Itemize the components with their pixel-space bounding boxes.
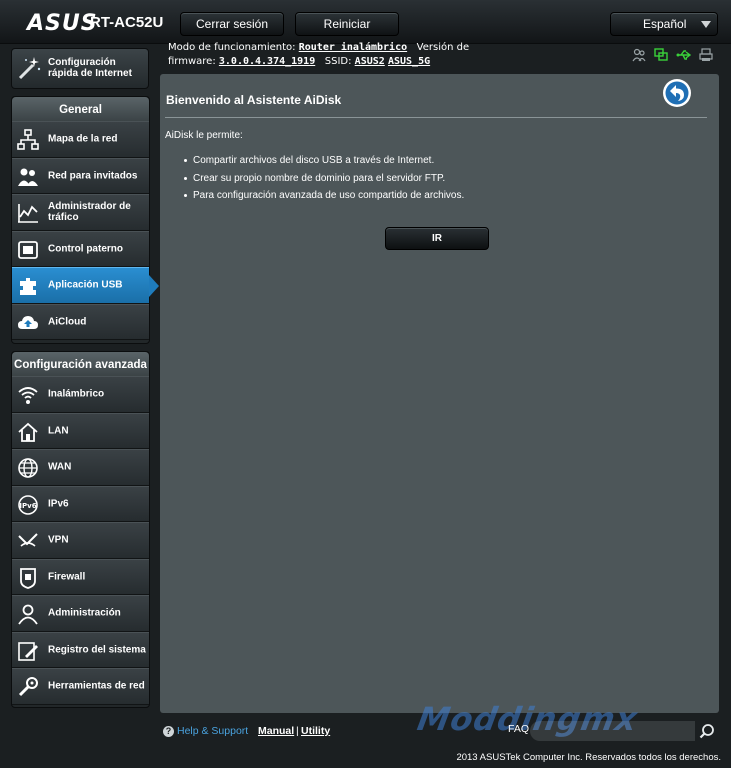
menu-label: VPN [48,534,69,546]
menu-item-traffic-manager[interactable]: Administrador de tráfico [12,194,149,231]
top-bar: ASUS RT-AC52U Cerrar sesión Reiniciar Es… [0,0,731,44]
search-icon[interactable] [699,723,715,739]
menu-label: Red para invitados [48,170,138,182]
menu-item-system-log[interactable]: Registro del sistema [12,631,149,668]
list-item: Compartir archivos del disco USB a travé… [184,155,464,173]
menu-item-wireless[interactable]: Inalámbrico [12,376,149,413]
vpn-icon [17,530,39,552]
menu-item-vpn[interactable]: VPN [12,522,149,559]
usb-icon[interactable] [676,48,692,62]
network-status-icon[interactable] [654,48,668,62]
menu-item-usb-application[interactable]: Aplicación USB [12,267,159,304]
list-item: Para configuración avanzada de uso compa… [184,190,464,208]
quick-setup-label: Configuración rápida de Internet [48,57,132,79]
copyright-text: 2013 ASUSTek Computer Inc. Reservados to… [456,752,721,763]
menu-label: WAN [48,461,72,473]
parental-control-icon [17,239,39,261]
faq-label: FAQ [508,723,530,735]
usb-application-icon [17,275,39,297]
menu-item-guest-network[interactable]: Red para invitados [12,157,149,194]
language-select[interactable]: Español [610,12,718,36]
wireless-icon [17,384,39,406]
quick-internet-setup-button[interactable]: Configuración rápida de Internet [11,48,149,89]
title-divider [165,117,707,118]
administration-icon [17,603,39,625]
svg-text:IPv6: IPv6 [19,502,36,510]
menu-label: AiCloud [48,316,87,328]
footer: ? Help & Support Manual | Utility FAQ [160,718,720,746]
menu-label: Mapa de la red [48,133,118,145]
guest-network-icon [17,166,39,188]
chevron-down-icon [701,21,711,28]
lan-icon [17,421,39,443]
help-icon: ? [163,726,174,737]
menu-item-administration[interactable]: Administración [12,595,149,632]
menu-label: Inalámbrico [48,388,105,400]
faq-search-input[interactable] [530,721,695,741]
intro-text: AiDisk le permite: [165,130,243,141]
menu-item-wan[interactable]: WAN [12,449,149,486]
manual-link[interactable]: Manual [258,725,294,737]
menu-item-network-map[interactable]: Mapa de la red [12,121,149,158]
feature-list: Compartir archivos del disco USB a travé… [184,155,464,208]
ssid-link-2[interactable]: ASUS_5G [388,56,430,67]
back-arrow-icon [663,79,691,107]
menu-item-aicloud[interactable]: AiCloud [12,303,149,340]
menu-label: Herramientas de red [48,680,145,692]
language-value: Español [643,17,687,31]
page-title: Bienvenido al Asistente AiDisk [166,93,342,107]
wan-icon [17,457,39,479]
reboot-button[interactable]: Reiniciar [295,12,399,36]
menu-label: Administrador de tráfico [48,201,131,224]
menu-label: Control paterno [48,243,123,255]
utility-link[interactable]: Utility [301,725,330,737]
menu-item-network-tools[interactable]: Herramientas de red [12,668,149,705]
menu-label: Administración [48,607,121,619]
menu-label: Registro del sistema [48,644,146,656]
general-title: General [12,97,149,121]
firmware-label: firmware: [168,56,216,67]
menu-label: IPv6 [48,498,69,510]
advanced-menu: Configuración avanzada Inalámbrico LAN W… [11,351,150,708]
aidisk-panel: Bienvenido al Asistente AiDisk AiDisk le… [160,74,719,713]
magic-wand-icon [17,55,43,81]
mode-label: Modo de funcionamiento: [168,42,296,53]
ssid-label: SSID: [324,56,352,67]
traffic-manager-icon [17,202,39,224]
version-label: Versión de [416,42,470,53]
network-tools-icon [17,676,39,698]
ssid-link-1[interactable]: ASUS2 [355,56,385,67]
general-menu: General Mapa de la red Red para invitado… [11,96,159,344]
logout-button[interactable]: Cerrar sesión [180,12,284,36]
aicloud-icon [17,312,39,334]
clients-icon[interactable] [632,48,646,62]
menu-label: Aplicación USB [48,279,123,291]
go-button[interactable]: IR [385,227,489,250]
menu-item-lan[interactable]: LAN [12,412,149,449]
menu-label: Firewall [48,571,86,583]
menu-item-parental-control[interactable]: Control paterno [12,230,149,267]
menu-item-ipv6[interactable]: IPv6 IPv6 [12,485,149,522]
help-support-link[interactable]: Help & Support [177,725,248,737]
printer-icon[interactable] [699,48,713,62]
ipv6-icon: IPv6 [17,494,39,516]
network-map-icon [17,129,39,151]
menu-label: LAN [48,425,69,437]
list-item: Crear su propio nombre de dominio para e… [184,173,464,191]
operation-mode-link[interactable]: Router inalámbrico [299,42,407,53]
firmware-version-link[interactable]: 3.0.0.4.374_1919 [219,56,315,67]
advanced-title: Configuración avanzada [12,352,149,376]
menu-item-firewall[interactable]: Firewall [12,558,149,595]
system-log-icon [17,640,39,662]
back-button[interactable] [662,78,692,108]
separator: | [296,725,299,737]
router-model: RT-AC52U [90,14,164,31]
asus-logo: ASUS [27,11,98,36]
firewall-icon [17,567,39,589]
